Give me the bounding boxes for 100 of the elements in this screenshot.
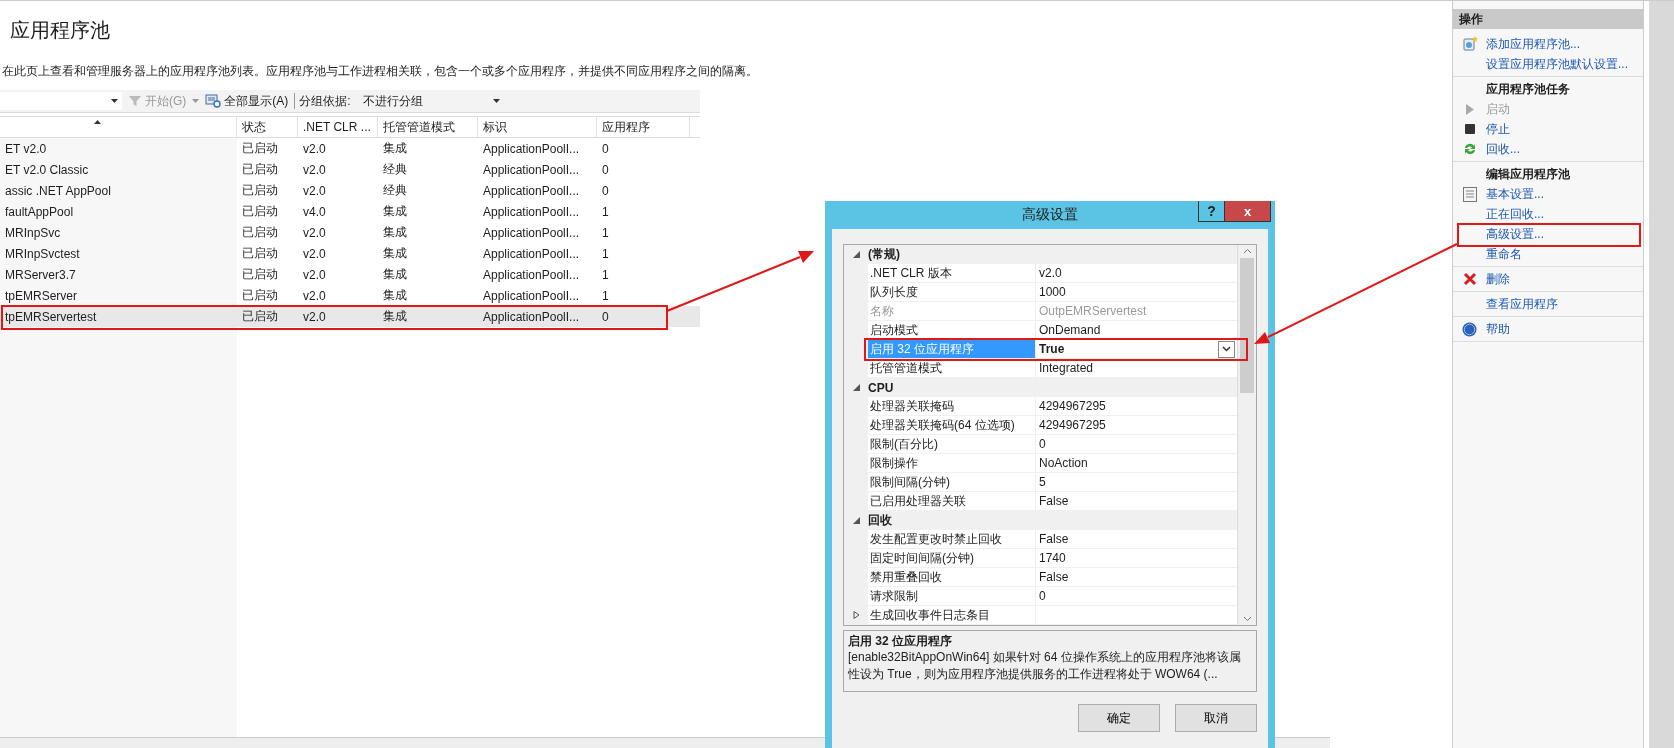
- caret-icon: [192, 99, 200, 103]
- help-button[interactable]: ?: [1198, 201, 1225, 222]
- property-name[interactable]: 处理器关联掩码: [868, 397, 1036, 415]
- property-value[interactable]: 1740: [1039, 551, 1066, 565]
- action-link[interactable]: 重命名: [1486, 245, 1522, 263]
- table-cell-text: 集成: [382, 266, 408, 283]
- column-header[interactable]: 状态: [237, 117, 298, 137]
- table-cell-text: v2.0: [302, 141, 327, 156]
- property-name[interactable]: 发生配置更改时禁止回收: [868, 530, 1036, 548]
- category-label: (常规): [868, 246, 900, 263]
- pool-row[interactable]: assic .NET AppPool 已启动 v2.0 经典 ApplicationPoolI... 0: [0, 180, 700, 201]
- property-name[interactable]: 请求限制: [868, 587, 1036, 605]
- column-header[interactable]: 标识: [478, 117, 597, 137]
- expand-triangle-icon[interactable]: [852, 251, 860, 258]
- pool-row[interactable]: tpEMRServer 已启动 v2.0 集成 ApplicationPoolI... 1: [0, 285, 700, 306]
- property-value[interactable]: 0: [1039, 589, 1046, 603]
- action-link[interactable]: 高级设置...: [1486, 225, 1544, 243]
- property-value[interactable]: False: [1039, 570, 1069, 584]
- column-header[interactable]: 应用程序: [597, 117, 690, 137]
- property-name[interactable]: 固定时间间隔(分钟): [868, 549, 1036, 567]
- action-link[interactable]: 添加应用程序池...: [1486, 35, 1580, 53]
- table-cell-text: 集成: [382, 203, 408, 220]
- column-header[interactable]: 托管管道模式: [378, 117, 478, 137]
- scroll-down-icon[interactable]: [1242, 616, 1252, 622]
- description-title: 启用 32 位应用程序: [848, 633, 953, 649]
- scroll-up-icon[interactable]: [1242, 248, 1252, 254]
- property-name[interactable]: 限制间隔(分钟): [868, 473, 1036, 491]
- property-value[interactable]: Integrated: [1039, 361, 1094, 375]
- pool-row[interactable]: MRInpSvc 已启动 v2.0 集成 ApplicationPoolI... 1: [0, 222, 700, 243]
- property-value[interactable]: NoAction: [1039, 456, 1088, 470]
- property-name[interactable]: 禁用重叠回收: [868, 568, 1036, 586]
- property-value[interactable]: v2.0: [1039, 266, 1062, 280]
- property-name[interactable]: 限制(百分比): [868, 435, 1036, 453]
- property-value[interactable]: OnDemand: [1039, 323, 1101, 337]
- dialog-button[interactable]: 取消: [1175, 704, 1257, 732]
- property-value[interactable]: 5: [1039, 475, 1046, 489]
- table-cell-text: 1: [601, 204, 610, 219]
- pool-row[interactable]: MRInpSvctest 已启动 v2.0 集成 ApplicationPoolI... 1: [0, 243, 700, 264]
- action-link[interactable]: 正在回收...: [1486, 205, 1544, 223]
- table-cell-text: 1: [601, 288, 610, 303]
- table-cell-text: 已启动: [241, 245, 279, 262]
- action-link[interactable]: 停止: [1486, 120, 1510, 138]
- property-name[interactable]: .NET CLR 版本: [868, 264, 1036, 282]
- pool-row[interactable]: MRServer3.7 已启动 v2.0 集成 ApplicationPoolI... 1: [0, 264, 700, 285]
- pool-row[interactable]: faultAppPool 已启动 v4.0 集成 ApplicationPoolI... 1: [0, 201, 700, 222]
- expand-triangle-icon[interactable]: [852, 517, 860, 524]
- scrollbar-thumb[interactable]: [1240, 258, 1254, 393]
- table-cell-text: 经典: [382, 161, 408, 178]
- pool-row[interactable]: ET v2.0 Classic 已启动 v2.0 经典 ApplicationPoolI... 0: [0, 159, 700, 180]
- property-name[interactable]: 托管管道模式: [868, 359, 1036, 377]
- action-link[interactable]: 帮助: [1486, 320, 1510, 338]
- table-cell-text: 0: [601, 183, 610, 198]
- table-cell-text: 集成: [382, 245, 408, 262]
- close-button[interactable]: x: [1225, 201, 1271, 222]
- table-cell-text: v2.0: [302, 246, 327, 261]
- table-cell-text: 1: [601, 225, 610, 240]
- column-header[interactable]: .NET CLR ...: [298, 117, 378, 137]
- table-cell-text: v2.0: [302, 267, 327, 282]
- table-cell-text: 已启动: [241, 287, 279, 304]
- expand-triangle-icon[interactable]: [852, 611, 860, 619]
- property-value[interactable]: 4294967295: [1039, 399, 1106, 413]
- table-cell-text: 已启动: [241, 308, 279, 325]
- action-link[interactable]: 设置应用程序池默认设置...: [1486, 55, 1628, 73]
- property-name[interactable]: 已启用处理器关联: [868, 492, 1036, 510]
- show-all-button[interactable]: 全部显示(A): [203, 92, 291, 110]
- property-value[interactable]: False: [1039, 494, 1069, 508]
- expand-triangle-icon[interactable]: [852, 384, 860, 391]
- table-cell-text: 0: [601, 141, 610, 156]
- filter-field[interactable]: [0, 92, 122, 110]
- property-value[interactable]: 4294967295: [1039, 418, 1106, 432]
- table-cell-text: 集成: [382, 140, 408, 157]
- table-cell-text: ApplicationPoolI...: [482, 225, 581, 240]
- table-cell-text: 经典: [382, 182, 408, 199]
- property-value[interactable]: 1000: [1039, 285, 1066, 299]
- action-link[interactable]: 基本设置...: [1486, 185, 1544, 203]
- table-cell-text: tpEMRServertest: [4, 309, 98, 324]
- delete-icon: [1462, 272, 1477, 286]
- action-link[interactable]: 回收...: [1486, 140, 1520, 158]
- dialog-button[interactable]: 确定: [1078, 704, 1160, 732]
- group-by-dropdown[interactable]: 不进行分组: [354, 92, 500, 110]
- property-name[interactable]: 生成回收事件日志条目: [868, 606, 1036, 624]
- pool-row[interactable]: ET v2.0 已启动 v2.0 集成 ApplicationPoolI... 0: [0, 138, 700, 159]
- caret-icon: [492, 99, 500, 103]
- action-link[interactable]: 删除: [1486, 270, 1510, 288]
- property-value[interactable]: True: [1039, 342, 1065, 356]
- scrollbar[interactable]: [1237, 245, 1256, 625]
- property-name[interactable]: 队列长度: [868, 283, 1036, 301]
- pool-row[interactable]: tpEMRServertest 已启动 v2.0 集成 ApplicationPoolI... 0: [0, 306, 700, 327]
- property-name[interactable]: 处理器关联掩码(64 位选项): [868, 416, 1036, 434]
- property-value[interactable]: 0: [1039, 437, 1046, 451]
- table-cell-text: faultAppPool: [4, 204, 75, 219]
- property-name[interactable]: 限制操作: [868, 454, 1036, 472]
- settings-icon: [1462, 186, 1477, 202]
- action-link[interactable]: 查看应用程序: [1486, 295, 1558, 313]
- property-value[interactable]: False: [1039, 532, 1069, 546]
- filter-icon: [128, 94, 142, 108]
- sort-arrow-icon: [94, 120, 101, 124]
- property-name[interactable]: 启动模式: [868, 321, 1036, 339]
- dropdown-button[interactable]: [1218, 340, 1235, 358]
- table-cell-text: v2.0: [302, 162, 327, 177]
